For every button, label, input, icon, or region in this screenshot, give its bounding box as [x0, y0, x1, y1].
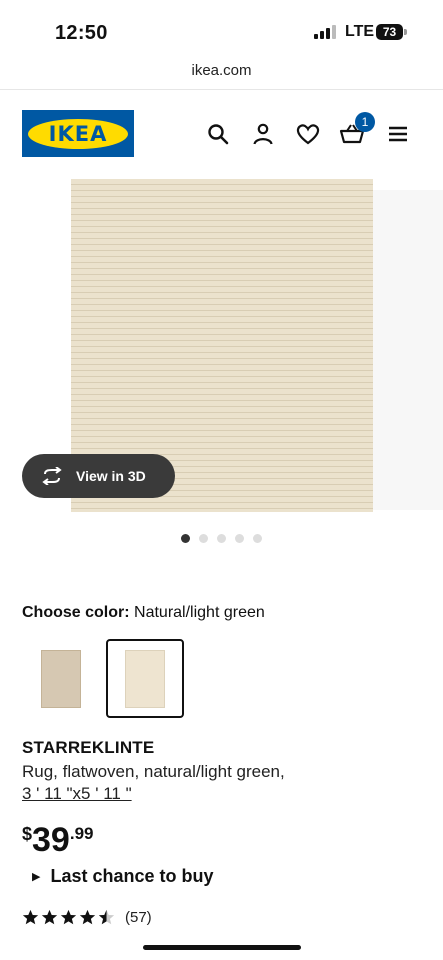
pagination-dot[interactable]: [199, 534, 208, 543]
pagination-dot[interactable]: [217, 534, 226, 543]
product-size-link[interactable]: 3 ' 11 "x5 ' 11 ": [22, 784, 132, 804]
half-star-icon: [98, 909, 115, 925]
last-chance-row[interactable]: ▶ Last chance to buy: [32, 866, 214, 887]
pagination-dot[interactable]: [253, 534, 262, 543]
star-icon: [22, 909, 39, 925]
product-name: STARREKLINTE: [22, 738, 155, 757]
divider: [0, 89, 443, 90]
review-count: (57): [125, 909, 152, 926]
choose-color-label: Choose color:: [22, 604, 130, 621]
cart-count-badge: 1: [355, 112, 375, 132]
star-icon: [60, 909, 77, 925]
pagination-dot[interactable]: [181, 534, 190, 543]
price-cents: .99: [69, 824, 94, 843]
next-image-peek[interactable]: [373, 190, 443, 510]
color-swatch-beige[interactable]: [22, 639, 100, 718]
product-description: Rug, flatwoven, natural/light green,: [22, 762, 285, 781]
swatch-image: [125, 649, 165, 708]
price-whole: 39: [32, 821, 70, 859]
ikea-logo[interactable]: IKEA: [22, 110, 134, 157]
search-icon[interactable]: [205, 121, 231, 147]
color-swatch-natural-light-green[interactable]: [106, 639, 184, 718]
view-in-3d-button[interactable]: View in 3D: [22, 454, 175, 498]
rating[interactable]: (57): [22, 909, 152, 926]
price: $ 39 .99: [22, 822, 93, 858]
gallery-pagination: [181, 534, 262, 543]
choose-color-row: Choose color: Natural/light green: [22, 604, 265, 622]
rotate-3d-icon: [42, 467, 62, 485]
menu-icon[interactable]: [385, 121, 411, 147]
battery-cap: [404, 29, 407, 35]
triangle-right-icon: ▶: [32, 871, 41, 883]
url-bar[interactable]: ikea.com: [0, 62, 443, 88]
star-icon: [79, 909, 96, 925]
signal-icon: [314, 25, 336, 39]
logo-oval: IKEA: [28, 118, 128, 149]
status-bar: 12:50 LTE 73: [0, 0, 443, 58]
logo-text: IKEA: [48, 121, 108, 146]
selected-color: Natural/light green: [134, 604, 265, 621]
star-icon: [41, 909, 58, 925]
account-icon[interactable]: [250, 121, 276, 147]
view-in-3d-label: View in 3D: [76, 468, 146, 484]
pagination-dot[interactable]: [235, 534, 244, 543]
network-label: LTE: [345, 23, 375, 40]
swatch-image: [41, 649, 81, 708]
price-currency: $: [22, 824, 33, 844]
heart-icon[interactable]: [295, 121, 321, 147]
availability-label: Last chance to buy: [50, 866, 214, 886]
battery-icon: 73: [376, 24, 403, 40]
home-indicator[interactable]: [143, 945, 301, 950]
status-time: 12:50: [55, 22, 108, 44]
